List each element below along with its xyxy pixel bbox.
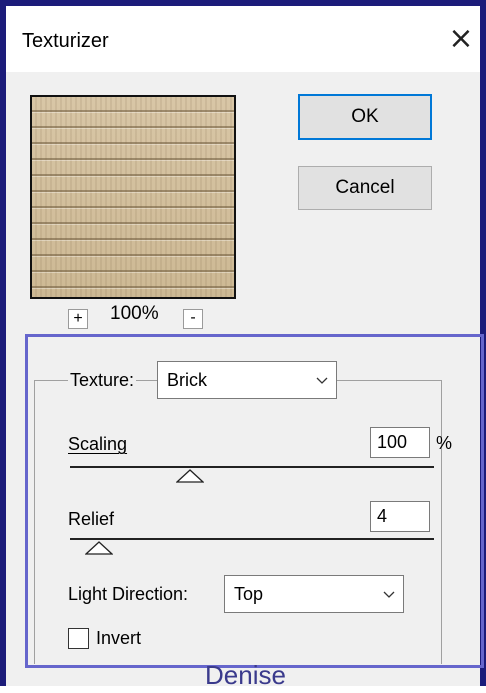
relief-label: Relief	[68, 509, 115, 529]
invert-label: Invert	[96, 628, 142, 648]
relief-slider-track[interactable]	[70, 538, 434, 540]
zoom-out-button[interactable]: -	[183, 309, 203, 329]
close-icon[interactable]: ×	[446, 22, 476, 56]
relief-slider-thumb[interactable]	[85, 541, 114, 555]
zoom-level: 100%	[110, 303, 159, 324]
watermark-signature: Denise	[205, 660, 286, 690]
scaling-slider-track[interactable]	[70, 466, 434, 468]
scaling-unit: %	[436, 433, 453, 453]
ok-button[interactable]: OK	[298, 94, 432, 140]
scaling-slider-thumb[interactable]	[176, 469, 205, 483]
texture-label: Texture:	[68, 370, 137, 391]
light-direction-label: Light Direction:	[68, 584, 189, 604]
scaling-input[interactable]: 100	[370, 427, 430, 458]
light-direction-value: Top	[234, 583, 264, 604]
cancel-button[interactable]: Cancel	[298, 166, 432, 210]
zoom-in-button[interactable]: +	[68, 309, 88, 329]
texture-preview	[30, 95, 236, 299]
texture-select[interactable]: Brick	[157, 361, 337, 399]
relief-input[interactable]: 4	[370, 501, 430, 532]
invert-checkbox[interactable]	[68, 628, 89, 649]
scaling-label: Scaling	[68, 434, 128, 454]
texture-select-value: Brick	[167, 369, 207, 390]
chevron-down-icon	[383, 591, 395, 598]
light-direction-select[interactable]: Top	[224, 575, 404, 613]
chevron-down-icon	[316, 377, 328, 384]
dialog-title: Texturizer	[22, 30, 109, 52]
